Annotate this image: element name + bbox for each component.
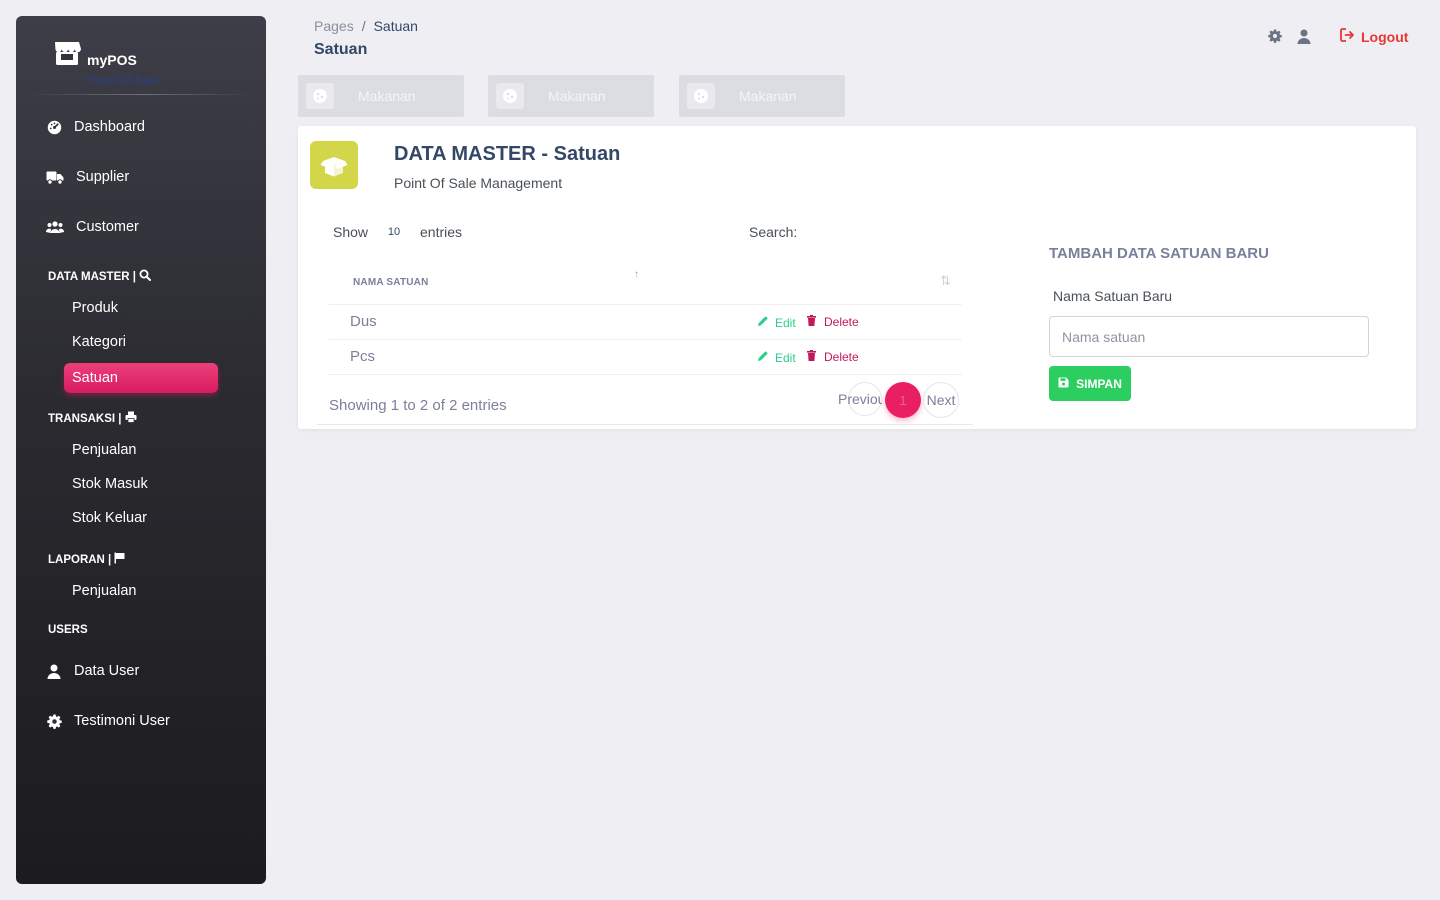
pagination-next-button[interactable]: Next [923,382,959,418]
settings-icon[interactable] [1268,29,1283,44]
sidebar-item-penjualan[interactable]: Penjualan [72,442,137,458]
page-size-select[interactable]: 10 [376,222,412,242]
section-users: USERS [48,624,88,636]
nama-satuan-input[interactable] [1049,316,1369,357]
sidebar-item-stok-masuk[interactable]: Stok Masuk [72,476,148,492]
section-data-master: DATA MASTER | [48,269,151,284]
store-icon [52,38,82,68]
breadcrumb-root[interactable]: Pages [314,18,354,34]
table-row: Pcs Edit Delete [329,340,962,375]
cell-nama-satuan: Pcs [350,348,376,365]
logout-icon [1340,28,1355,45]
dashboard-icon [46,119,62,135]
table-info: Showing 1 to 2 of 2 entries [329,397,507,414]
simpan-label: SIMPAN [1076,376,1122,391]
category-card[interactable]: Makanan [679,75,845,117]
logout-label: Logout [1361,28,1409,45]
category-card[interactable]: Makanan [298,75,464,117]
logout-button[interactable]: Logout [1340,28,1408,45]
table-row: Dus Edit Delete [329,305,962,340]
flag-icon [114,552,125,567]
section-title: USERS [48,624,88,636]
card-subtitle: Point Of Sale Management [394,175,563,191]
delete-label: Delete [824,315,859,329]
breadcrumb-current: Satuan [373,18,418,34]
breadcrumb: Pages / Satuan [314,18,418,34]
edit-label: Edit [775,315,796,330]
sidebar-item-label: Customer [76,219,139,235]
gear-icon [46,713,62,729]
edit-button[interactable]: Edit [757,315,796,330]
user-icon [46,663,62,679]
cookie-icon [496,83,524,109]
entries-label: entries [420,224,463,240]
section-laporan: LAPORAN | [48,552,125,567]
search-label: Search: [749,224,798,240]
table-header: NAMA SATUAN ↑ ⇅ [329,262,962,305]
pagination-previous-label[interactable]: Previous [838,391,882,407]
section-title: TRANSAKSI | [48,412,122,425]
user-icon[interactable] [1297,29,1312,44]
section-title: DATA MASTER | [48,270,136,283]
category-label: Makanan [739,88,797,104]
search-input[interactable] [803,220,963,244]
printer-icon [125,411,137,426]
delete-label: Delete [824,350,859,364]
trash-icon [807,350,816,364]
cookie-icon [687,83,715,109]
category-card[interactable]: Makanan [488,75,654,117]
category-label: Makanan [358,88,416,104]
sort-asc-icon[interactable]: ↑ [634,269,639,280]
sidebar: myPOS Point Of Sale Dashboard Supplier C… [16,16,266,884]
users-icon [46,219,64,235]
sidebar-item-customer[interactable]: Customer [46,215,139,239]
sidebar-item-kategori[interactable]: Kategori [72,334,126,350]
sidebar-item-label: Testimoni User [74,713,170,729]
pencil-icon [757,350,769,365]
sidebar-item-supplier[interactable]: Supplier [46,165,129,189]
cookie-icon [306,83,334,109]
table-footer-divider [317,424,973,425]
breadcrumb-separator: / [361,18,366,34]
edit-button[interactable]: Edit [757,350,796,365]
sidebar-item-label: Data User [74,663,140,679]
sidebar-divider [28,94,254,95]
box-icon [310,141,358,189]
sidebar-item-dashboard[interactable]: Dashboard [46,115,145,139]
sidebar-item-satuan[interactable]: Satuan [64,363,218,393]
sidebar-item-label: Dashboard [74,119,145,135]
save-icon [1058,377,1069,391]
form-title: TAMBAH DATA SATUAN BARU [1049,245,1269,262]
section-title: LAPORAN | [48,553,112,566]
category-label: Makanan [548,88,606,104]
sidebar-item-produk[interactable]: Produk [72,300,118,316]
page-title: Satuan [314,41,368,58]
sidebar-item-testimoni-user[interactable]: Testimoni User [46,709,170,733]
data-master-card: DATA MASTER - Satuan Point Of Sale Manag… [298,126,1416,429]
pagination-page-current[interactable]: 1 [885,382,921,418]
delete-button[interactable]: Delete [807,350,859,364]
section-transaksi: TRANSAKSI | [48,411,137,426]
sidebar-item-data-user[interactable]: Data User [46,659,139,683]
truck-icon [46,169,64,185]
card-title: DATA MASTER - Satuan [394,143,621,165]
delete-button[interactable]: Delete [807,315,859,329]
cell-nama-satuan: Dus [350,313,377,330]
show-label: Show [333,224,369,240]
sidebar-item-stok-keluar[interactable]: Stok Keluar [72,510,147,526]
edit-label: Edit [775,350,796,365]
brand-subtitle: Point Of Sale [88,73,159,87]
pencil-icon [757,315,769,330]
simpan-button[interactable]: SIMPAN [1049,366,1131,401]
trash-icon [807,315,816,329]
sidebar-item-label: Supplier [76,169,130,185]
search-icon [139,269,151,284]
sidebar-item-laporan-penjualan[interactable]: Penjualan [72,583,137,599]
top-actions: Logout [1268,28,1408,45]
nama-satuan-label: Nama Satuan Baru [1053,288,1173,304]
brand-name: myPOS [87,52,137,68]
sort-icon[interactable]: ⇅ [940,273,951,289]
column-header-nama-satuan[interactable]: NAMA SATUAN [353,277,429,288]
